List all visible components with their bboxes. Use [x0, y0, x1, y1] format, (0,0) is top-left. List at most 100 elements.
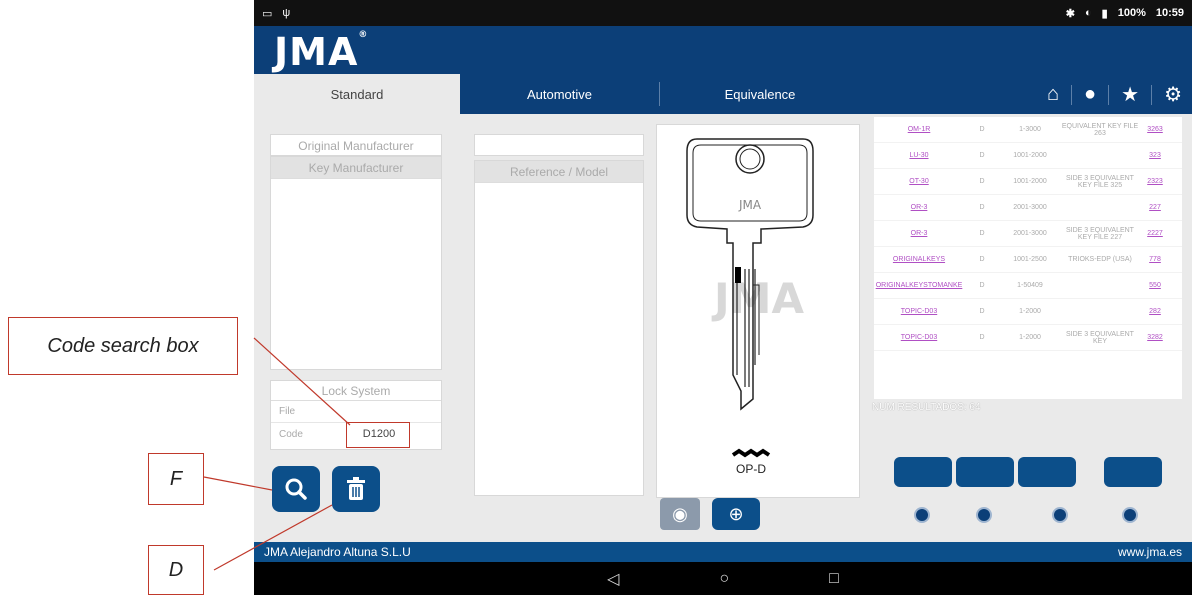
delete-button[interactable]: [332, 466, 380, 512]
result-reference[interactable]: ORIGINALKEYS: [874, 256, 964, 263]
result-file[interactable]: 2227: [1140, 230, 1170, 237]
profile-radio-1[interactable]: [914, 507, 930, 523]
result-row[interactable]: OR-3 D 2001-3000 SIDE 3 EQUIVALENT KEY FILE…: [874, 221, 1182, 247]
profile-radio-2[interactable]: [976, 507, 992, 523]
result-type: D: [979, 282, 985, 289]
result-reference[interactable]: OR-3: [874, 230, 964, 237]
original-manufacturer-field[interactable]: Original Manufacturer: [270, 134, 442, 156]
android-nav-bar: ◁ ○ □: [254, 562, 1192, 595]
key-profile-label: OP-D: [736, 462, 766, 476]
website-link[interactable]: www.jma.es: [1118, 545, 1182, 559]
result-file[interactable]: 227: [1140, 204, 1170, 211]
code-highlight-box: [346, 422, 410, 448]
result-reference[interactable]: OM-1R: [874, 126, 964, 133]
search-icon: [285, 478, 307, 500]
tab-automotive[interactable]: Automotive: [460, 82, 660, 106]
recents-icon[interactable]: □: [829, 570, 839, 588]
user-icon[interactable]: ●: [1084, 83, 1096, 106]
profile-button-2[interactable]: [956, 457, 1014, 487]
result-range: 1-2000: [1019, 334, 1041, 341]
result-type: D: [979, 334, 985, 341]
result-row[interactable]: LU-30 D 1001-2000 323: [874, 143, 1182, 169]
result-row[interactable]: ORIGINALKEYS D 1001-2500 TRIOKS-EDP (USA) 77…: [874, 247, 1182, 273]
watermark-logo: JMA: [711, 274, 804, 323]
result-file[interactable]: 323: [1140, 152, 1170, 159]
original-manufacturer-label: Original Manufacturer: [298, 139, 414, 153]
result-type: D: [979, 204, 985, 211]
divider: [1151, 84, 1153, 105]
result-note: SIDE 3 EQUIVALENT KEY FILE 325: [1066, 174, 1134, 189]
key-drawing: JMA JMA OP-D: [686, 138, 814, 476]
result-file[interactable]: 3263: [1140, 126, 1170, 133]
result-type: D: [979, 152, 985, 159]
back-icon[interactable]: ◁: [607, 569, 619, 589]
key-head-brand: JMA: [738, 198, 762, 212]
profile-button-4[interactable]: [1104, 457, 1162, 487]
result-file[interactable]: 778: [1140, 256, 1170, 263]
jma-logo: JMA®: [274, 30, 369, 74]
result-note: TRIOKS-EDP (USA): [1068, 256, 1132, 263]
result-row[interactable]: OM-1R D 1-3000 EQUIVALENT KEY FILE 263 3263: [874, 117, 1182, 143]
add-button[interactable]: ⊕: [712, 498, 760, 530]
bluetooth-icon: ✱: [1065, 7, 1075, 20]
profile-button-1[interactable]: [894, 457, 952, 487]
reference-model-header: Reference / Model: [475, 161, 643, 183]
result-row[interactable]: ORIGINALKEYSTOMANKE D 1-50409 550: [874, 273, 1182, 299]
result-reference[interactable]: ORIGINALKEYSTOMANKE: [874, 282, 964, 289]
tab-standard[interactable]: Standard: [254, 74, 460, 114]
result-type: D: [979, 256, 985, 263]
result-file[interactable]: 2323: [1140, 178, 1170, 185]
camera-button[interactable]: ◉: [660, 498, 700, 530]
callout-d: D: [148, 545, 204, 595]
key-manufacturer-list[interactable]: Key Manufacturer: [270, 156, 442, 370]
reference-model-list[interactable]: Reference / Model: [474, 160, 644, 496]
code-label: Code: [279, 428, 303, 440]
home-circle-icon[interactable]: ○: [719, 570, 729, 588]
result-type: D: [979, 178, 985, 185]
vibrate-icon: ◐: [1085, 7, 1092, 19]
result-reference[interactable]: OR-3: [874, 204, 964, 211]
result-reference[interactable]: TOPIC-D03: [874, 308, 964, 315]
gear-icon[interactable]: ⚙: [1164, 82, 1182, 107]
tab-equivalence[interactable]: Equivalence: [660, 74, 860, 114]
result-row[interactable]: OT-30 D 1001-2000 SIDE 3 EQUIVALENT KEY FIL…: [874, 169, 1182, 195]
result-range: 1-2000: [1019, 308, 1041, 315]
result-note: EQUIVALENT KEY FILE 263: [1061, 122, 1139, 137]
result-row[interactable]: OR-3 D 2001-3000 227: [874, 195, 1182, 221]
divider: [1071, 84, 1073, 105]
camera-icon: ◉: [672, 503, 688, 524]
result-reference[interactable]: TOPIC-D03: [874, 334, 964, 341]
result-reference[interactable]: LU-30: [874, 152, 964, 159]
key-preview: JMA JMA OP-D: [656, 124, 860, 498]
model-search-field[interactable]: [474, 134, 644, 156]
result-type: D: [979, 126, 985, 133]
profile-button-3[interactable]: [1018, 457, 1076, 487]
result-row[interactable]: TOPIC-D03 D 1-2000 SIDE 3 EQUIVALENT KEY 328…: [874, 325, 1182, 351]
result-file[interactable]: 550: [1140, 282, 1170, 289]
status-bar: ▭ ψ ✱ ◐ ▮ 100% 10:59: [254, 0, 1192, 26]
profile-radio-4[interactable]: [1122, 507, 1138, 523]
divider: [1108, 84, 1110, 105]
result-range: 1-3000: [1019, 126, 1041, 133]
profile-radio-3[interactable]: [1052, 507, 1068, 523]
company-name: JMA Alejandro Altuna S.L.U: [264, 545, 411, 559]
results-table: OM-1R D 1-3000 EQUIVALENT KEY FILE 263 3263 L…: [874, 117, 1182, 399]
result-file[interactable]: 282: [1140, 308, 1170, 315]
file-label: File: [279, 406, 296, 417]
tablet-screen: ▭ ψ ✱ ◐ ▮ 100% 10:59 JMA® Standard Autom…: [254, 0, 1192, 595]
result-note: SIDE 3 EQUIVALENT KEY: [1066, 330, 1134, 345]
result-reference[interactable]: OT-30: [874, 178, 964, 185]
trash-icon: [347, 477, 365, 500]
search-button[interactable]: [272, 466, 320, 512]
callout-code-search-box: Code search box: [8, 317, 238, 375]
result-range: 1001-2000: [1013, 152, 1047, 159]
result-row[interactable]: TOPIC-D03 D 1-2000 282: [874, 299, 1182, 325]
file-row[interactable]: File: [271, 401, 441, 423]
result-note: SIDE 3 EQUIVALENT KEY FILE 227: [1066, 226, 1134, 241]
star-icon[interactable]: ★: [1121, 82, 1139, 107]
result-type: D: [979, 308, 985, 315]
result-file[interactable]: 3282: [1140, 334, 1170, 341]
home-icon[interactable]: ⌂: [1047, 83, 1059, 106]
lock-system-field[interactable]: Lock System: [271, 381, 441, 401]
battery-icon: ▮: [1101, 7, 1108, 20]
